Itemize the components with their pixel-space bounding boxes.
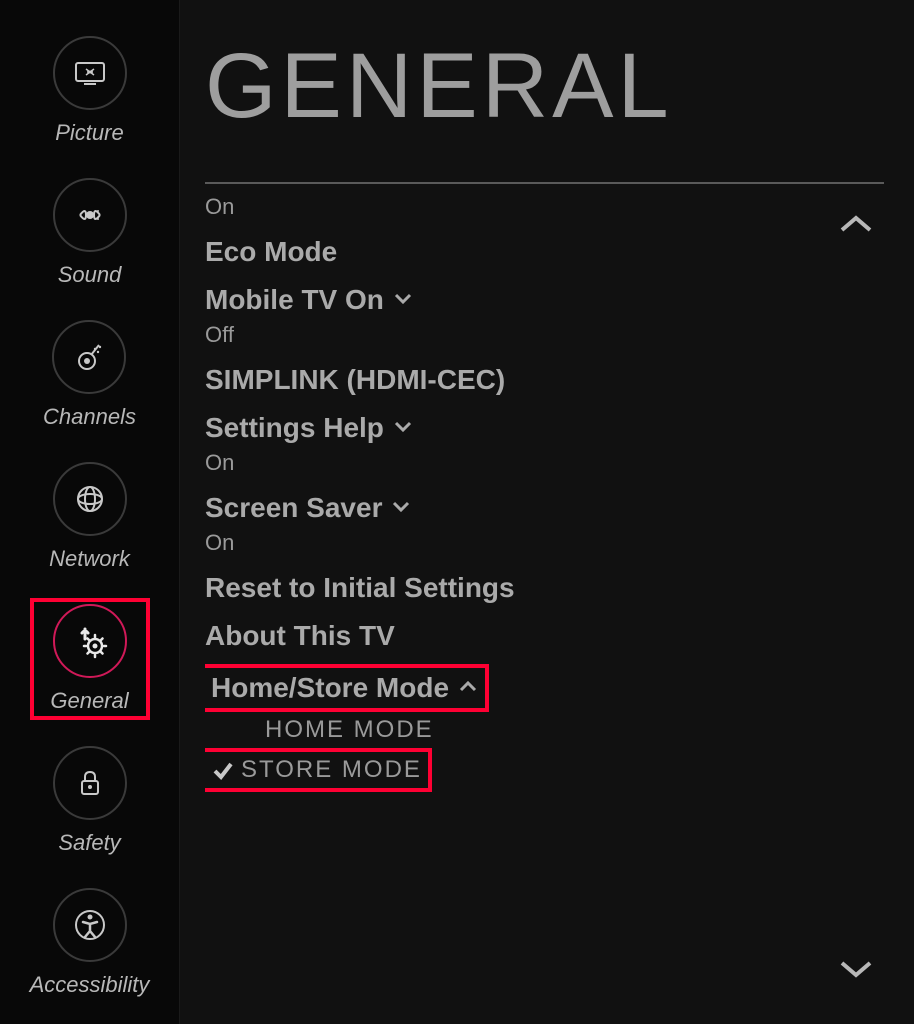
row-home-store-mode[interactable]: Home/Store Mode <box>205 658 884 710</box>
sidebar-item-sound[interactable]: Sound <box>53 172 127 294</box>
channels-icon <box>52 320 126 394</box>
sidebar-item-channels[interactable]: Channels <box>43 314 136 436</box>
row-label: Mobile TV On <box>205 284 384 316</box>
scroll-up-icon[interactable] <box>838 212 874 241</box>
chevron-down-icon <box>392 284 414 316</box>
sidebar-item-safety[interactable]: Safety <box>53 740 127 862</box>
option-store-mode[interactable]: STORE MODE <box>211 756 422 784</box>
main-panel: GENERAL On Eco Mode Mobile TV On Off <box>180 0 914 1024</box>
sidebar-item-label: Network <box>49 546 130 572</box>
chevron-up-icon <box>457 675 479 702</box>
highlight-box: STORE MODE <box>205 752 428 788</box>
row-label: Eco Mode <box>205 236 884 268</box>
row-screen-saver[interactable]: Screen Saver On <box>205 482 884 562</box>
sidebar-item-label: Channels <box>43 404 136 430</box>
chevron-down-icon <box>392 412 414 444</box>
option-home-mode[interactable]: HOME MODE <box>205 710 884 750</box>
row-value: On <box>205 530 884 556</box>
scroll-down-icon[interactable] <box>838 957 874 986</box>
network-icon <box>53 462 127 536</box>
row-label: Settings Help <box>205 412 384 444</box>
row-label: SIMPLINK (HDMI-CEC) <box>205 364 884 396</box>
sidebar-item-label: Accessibility <box>30 972 150 998</box>
check-icon <box>211 759 235 781</box>
sidebar-item-accessibility[interactable]: Accessibility <box>30 882 150 1004</box>
highlight-box: Home/Store Mode <box>205 668 485 708</box>
sound-icon <box>53 178 127 252</box>
row-reset[interactable]: Reset to Initial Settings <box>205 562 884 610</box>
row-label: About This TV <box>205 620 884 652</box>
sidebar-item-network[interactable]: Network <box>49 456 130 578</box>
safety-icon <box>53 746 127 820</box>
settings-list: On Eco Mode Mobile TV On Off SIMPLINK (H… <box>205 194 884 1004</box>
row-value: Off <box>205 322 884 348</box>
row-label: Home/Store Mode <box>211 672 449 703</box>
chevron-down-icon <box>390 492 412 524</box>
row-label: Screen Saver <box>205 492 382 524</box>
sidebar-item-picture[interactable]: Picture <box>53 30 127 152</box>
sidebar-item-label: General <box>50 688 128 714</box>
prev-row-value: On <box>205 194 884 226</box>
option-label: STORE MODE <box>241 756 422 784</box>
page-title: GENERAL <box>205 20 884 182</box>
option-label: HOME MODE <box>265 716 434 744</box>
row-simplink[interactable]: SIMPLINK (HDMI-CEC) <box>205 354 884 402</box>
row-mobile-tv[interactable]: Mobile TV On Off <box>205 274 884 354</box>
sidebar-item-label: Picture <box>55 120 123 146</box>
picture-icon <box>53 36 127 110</box>
sidebar-item-general[interactable]: General <box>30 598 150 720</box>
row-eco-mode[interactable]: Eco Mode <box>205 226 884 274</box>
row-about[interactable]: About This TV <box>205 610 884 658</box>
general-icon <box>53 604 127 678</box>
sidebar-item-label: Sound <box>58 262 122 288</box>
settings-sidebar: Picture Sound Channels Network <box>0 0 180 1024</box>
row-value: On <box>205 450 884 476</box>
row-settings-help[interactable]: Settings Help On <box>205 402 884 482</box>
divider <box>205 182 884 184</box>
accessibility-icon <box>53 888 127 962</box>
sidebar-item-label: Safety <box>58 830 120 856</box>
row-label: Reset to Initial Settings <box>205 572 884 604</box>
